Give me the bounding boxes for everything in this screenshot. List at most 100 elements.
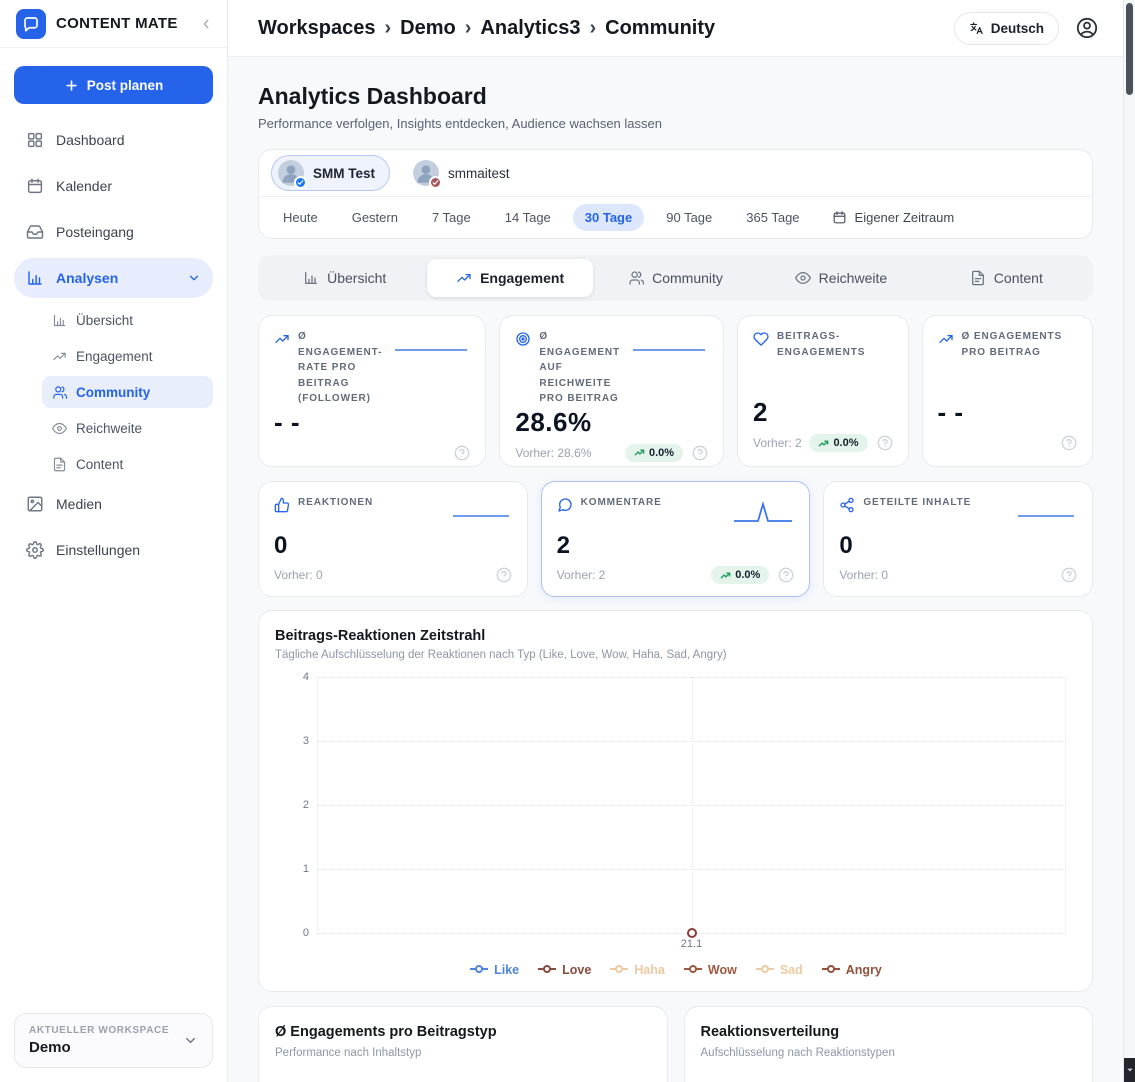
sidebar-collapse-button[interactable] bbox=[199, 17, 213, 31]
account-name: smmaitest bbox=[448, 166, 510, 181]
calendar-icon bbox=[26, 177, 44, 195]
tab-übersicht[interactable]: Übersicht bbox=[262, 259, 427, 297]
sidebar-subitem-content[interactable]: Content bbox=[42, 448, 213, 480]
account-chip[interactable]: smmaitest bbox=[406, 155, 525, 191]
time-range-row: Heute Gestern 7 Tage 14 Tage 30 Tage 90 Tage 3… bbox=[259, 197, 1092, 238]
stat-title: KOMMENTARE bbox=[581, 495, 723, 511]
legend-label: Haha bbox=[634, 963, 665, 977]
chevron-left-icon bbox=[199, 17, 213, 31]
stat-card-reaktionen[interactable]: REAKTIONEN0Vorher: 0 bbox=[258, 481, 528, 597]
sidebar-subitem-engagement[interactable]: Engagement bbox=[42, 340, 213, 372]
language-button[interactable]: Deutsch bbox=[954, 12, 1059, 45]
breadcrumb-separator: › bbox=[384, 17, 391, 40]
scrollbar bbox=[1123, 0, 1135, 1082]
sidebar-item-medien[interactable]: Medien bbox=[14, 484, 213, 524]
stat-card-header: Ø ENGAGEMENT AUF REICHWEITE PRO BEITRAG bbox=[515, 329, 708, 407]
users-icon bbox=[628, 270, 644, 286]
stat-card-kommentare[interactable]: KOMMENTARE2Vorher: 20.0% bbox=[541, 481, 811, 597]
post-planen-button[interactable]: Post planen bbox=[14, 66, 213, 104]
help-icon[interactable] bbox=[454, 445, 470, 461]
sidebar-item-posteingang[interactable]: Posteingang bbox=[14, 212, 213, 252]
platform-badge bbox=[294, 176, 307, 189]
stat-card--engagement-auf-reichweite-pro-beitrag[interactable]: Ø ENGAGEMENT AUF REICHWEITE PRO BEITRAG2… bbox=[499, 315, 724, 467]
help-icon[interactable] bbox=[1061, 435, 1077, 451]
sidebar-item-einstellungen[interactable]: Einstellungen bbox=[14, 530, 213, 570]
custom-range-option[interactable]: Eigener Zeitraum bbox=[822, 204, 965, 231]
stat-value: 2 bbox=[753, 397, 892, 428]
breadcrumb-item[interactable]: Workspaces bbox=[258, 17, 375, 40]
sidebar: CONTENT MATE Post planen DashboardKalend… bbox=[0, 0, 228, 1082]
help-icon[interactable] bbox=[778, 567, 794, 583]
legend-marker bbox=[537, 963, 557, 977]
help-icon[interactable] bbox=[877, 435, 893, 451]
legend-label: Angry bbox=[846, 963, 882, 977]
time-range-option[interactable]: 90 Tage bbox=[654, 204, 724, 231]
tab-reichweite[interactable]: Reichweite bbox=[758, 259, 923, 297]
stat-card--engagements-pro-beitrag[interactable]: Ø ENGAGEMENTS PRO BEITRAG- - bbox=[922, 315, 1093, 467]
help-icon[interactable] bbox=[692, 445, 708, 461]
time-range-option[interactable]: 7 Tage bbox=[420, 204, 483, 231]
tab-content[interactable]: Content bbox=[924, 259, 1089, 297]
sidebar-item-kalender[interactable]: Kalender bbox=[14, 166, 213, 206]
legend-item-like[interactable]: Like bbox=[469, 963, 519, 977]
sidebar-item-analysen[interactable]: Analysen bbox=[14, 258, 213, 298]
help-icon[interactable] bbox=[1061, 567, 1077, 583]
dashboard-icon bbox=[26, 131, 44, 149]
chart-icon bbox=[26, 269, 44, 287]
stat-card--engagement-rate-pro-beitrag-follower-[interactable]: Ø ENGAGEMENT-RATE PRO BEITRAG (FOLLOWER)… bbox=[258, 315, 486, 467]
tab-label: Content bbox=[994, 270, 1043, 286]
sidebar-item-label: Medien bbox=[56, 496, 102, 512]
tab-engagement[interactable]: Engagement bbox=[427, 259, 592, 297]
legend-item-angry[interactable]: Angry bbox=[821, 963, 882, 977]
summary-card-title: Reaktionsverteilung bbox=[701, 1024, 1077, 1040]
legend-item-sad[interactable]: Sad bbox=[755, 963, 803, 977]
sidebar-item-label: Analysen bbox=[56, 270, 118, 286]
stat-card-footer bbox=[274, 443, 470, 463]
time-range-option[interactable]: 30 Tage bbox=[573, 204, 644, 231]
workspace-selector[interactable]: AKTUELLER WORKSPACE Demo bbox=[14, 1013, 213, 1068]
sidebar-item-label: Dashboard bbox=[56, 132, 125, 148]
workspace-text: AKTUELLER WORKSPACE Demo bbox=[29, 1025, 183, 1056]
sidebar-item-dashboard[interactable]: Dashboard bbox=[14, 120, 213, 160]
sidebar-subitem-community[interactable]: Community bbox=[42, 376, 213, 408]
legend-item-love[interactable]: Love bbox=[537, 963, 591, 977]
page-title: Analytics Dashboard bbox=[258, 83, 1093, 110]
chevron-down-icon bbox=[187, 271, 201, 285]
tab-community[interactable]: Community bbox=[593, 259, 758, 297]
calendar-icon bbox=[832, 210, 847, 225]
scrollbar-thumb[interactable] bbox=[1126, 3, 1133, 95]
legend-item-haha[interactable]: Haha bbox=[609, 963, 665, 977]
stat-card-beitrags-engagements[interactable]: BEITRAGS-ENGAGEMENTS2Vorher: 20.0% bbox=[737, 315, 908, 467]
help-icon[interactable] bbox=[496, 567, 512, 583]
chart-icon bbox=[52, 313, 67, 328]
account-menu-button[interactable] bbox=[1075, 16, 1099, 40]
legend-item-wow[interactable]: Wow bbox=[683, 963, 737, 977]
account-name: SMM Test bbox=[313, 166, 375, 181]
summary-card: Ø Engagements pro BeitragstypPerformance… bbox=[258, 1006, 668, 1082]
scrollbar-down-button[interactable] bbox=[1124, 1058, 1135, 1082]
time-range-option[interactable]: Heute bbox=[271, 204, 330, 231]
stat-card-geteilte-inhalte[interactable]: GETEILTE INHALTE0Vorher: 0 bbox=[823, 481, 1093, 597]
sidebar-subitem-übersicht[interactable]: Übersicht bbox=[42, 304, 213, 336]
time-range-option[interactable]: 14 Tage bbox=[493, 204, 563, 231]
time-range-option[interactable]: 365 Tage bbox=[734, 204, 811, 231]
change-badge: 0.0% bbox=[625, 444, 683, 462]
breadcrumb-item[interactable]: Demo bbox=[400, 17, 456, 40]
trend-icon bbox=[938, 331, 954, 347]
stat-card-footer: Vorher: 0 bbox=[274, 565, 512, 585]
y-axis-tick: 0 bbox=[289, 927, 309, 939]
breadcrumb-item[interactable]: Analytics3 bbox=[480, 17, 580, 40]
chart-legend: Like Love Haha Wow Sad Angry bbox=[275, 963, 1076, 981]
account-avatar bbox=[413, 160, 439, 186]
data-point-marker bbox=[687, 928, 697, 938]
inbox-icon bbox=[26, 223, 44, 241]
sidebar-item-label: Posteingang bbox=[56, 224, 134, 240]
breadcrumb-item[interactable]: Community bbox=[605, 17, 715, 40]
time-range-option[interactable]: Gestern bbox=[340, 204, 410, 231]
sidebar-subitem-reichweite[interactable]: Reichweite bbox=[42, 412, 213, 444]
account-chip[interactable]: SMM Test bbox=[271, 155, 390, 191]
scroll-down-icon bbox=[1126, 1066, 1134, 1074]
y-axis-tick: 4 bbox=[289, 671, 309, 683]
chart-subtitle: Tägliche Aufschlüsselung der Reaktionen … bbox=[275, 649, 1076, 661]
image-icon bbox=[26, 495, 44, 513]
